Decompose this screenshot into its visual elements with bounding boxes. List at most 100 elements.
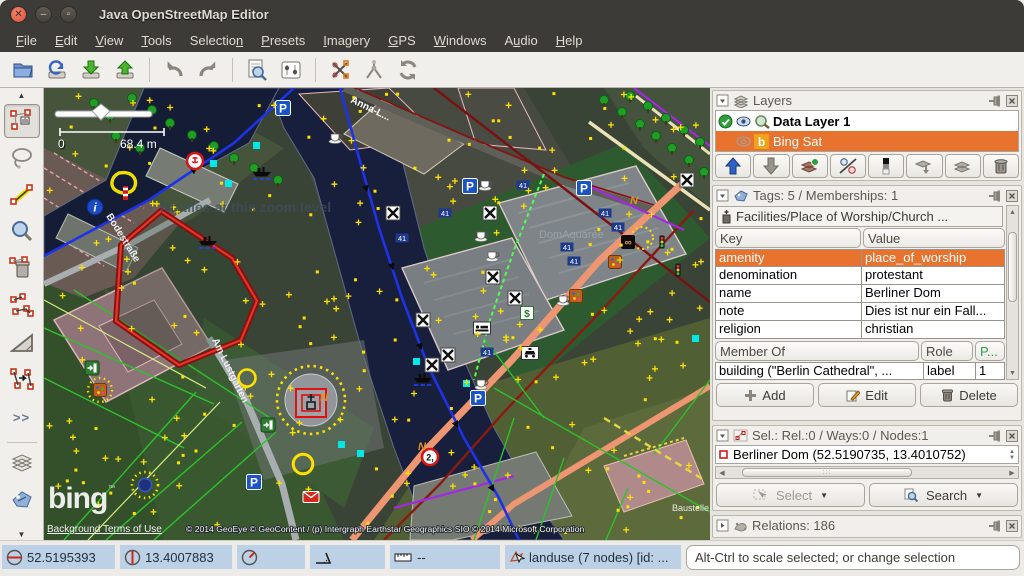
download-data-along-button[interactable]: [40, 55, 74, 85]
undo-button[interactable]: [157, 55, 191, 85]
selection-horizontal-scrollbar[interactable]: ◀ ::: ▶: [715, 466, 1019, 479]
tag-row-religion[interactable]: religionchristian: [715, 321, 1005, 339]
combine-way-button[interactable]: [357, 55, 391, 85]
menu-tools[interactable]: Tools: [133, 30, 179, 51]
menu-file[interactable]: File: [8, 30, 45, 51]
pin-icon[interactable]: [988, 520, 1002, 532]
longitude-field: 13.4007883: [120, 545, 232, 569]
show-hide-layer-button[interactable]: [830, 154, 866, 178]
selected-object-row[interactable]: Berliner Dom (52.5190735, 13.4010752) ▲▼: [715, 445, 1019, 464]
menu-imagery[interactable]: Imagery: [315, 30, 378, 51]
key-column-header[interactable]: Key: [715, 228, 861, 248]
sidebar-collapse-down[interactable]: ▼: [4, 528, 40, 540]
layers-dialog-button[interactable]: [4, 446, 40, 480]
select-button[interactable]: Select ▼: [716, 483, 865, 507]
more-tools-button[interactable]: >>: [4, 400, 40, 434]
scroll-down-arrow[interactable]: ▼: [1007, 367, 1018, 379]
expand-icon[interactable]: [716, 519, 729, 532]
visible-eye-icon[interactable]: [736, 116, 751, 127]
draw-nodes-tool-button[interactable]: [4, 178, 40, 212]
extrude-tool-button[interactable]: [4, 326, 40, 360]
role-column-header[interactable]: Role: [921, 341, 973, 361]
tags-dialog-button[interactable]: [4, 483, 40, 517]
lasso-tool-button[interactable]: [4, 141, 40, 175]
menu-audio[interactable]: Audio: [496, 30, 545, 51]
minimize-button[interactable]: –: [35, 6, 52, 23]
position-value: 1: [976, 363, 1004, 379]
tag-row-note[interactable]: noteDies ist nur ein Fall...: [715, 303, 1005, 321]
delete-tag-button[interactable]: Delete: [920, 383, 1018, 407]
close-panel-icon[interactable]: [1006, 95, 1018, 107]
faded-eye-icon[interactable]: [736, 136, 751, 147]
scroll-up-arrow[interactable]: ▲: [1007, 206, 1018, 218]
menu-view[interactable]: View: [87, 30, 131, 51]
plus-icon: [744, 389, 757, 402]
scrollbar-thumb[interactable]: [1008, 232, 1017, 302]
menu-windows[interactable]: Windows: [426, 30, 495, 51]
tag-row-name[interactable]: nameBerliner Dom: [715, 285, 1005, 303]
add-tag-button[interactable]: Add: [716, 383, 814, 407]
search-button[interactable]: Search ▼: [869, 483, 1018, 507]
sidebar-collapse-up[interactable]: ▲: [4, 89, 40, 101]
collapse-icon[interactable]: [716, 429, 729, 442]
download-data-button[interactable]: [74, 55, 108, 85]
no-tiles-message: No tiles at this zoom level: [160, 199, 331, 215]
terms-of-use-link[interactable]: Background Terms of Use: [47, 524, 162, 535]
menu-help[interactable]: Help: [548, 30, 591, 51]
activate-layer-button[interactable]: [792, 154, 828, 178]
tags-vertical-scrollbar[interactable]: ▲ ▼: [1006, 205, 1019, 380]
delete-layer-button[interactable]: [983, 154, 1019, 178]
duplicate-layer-button[interactable]: [945, 154, 981, 178]
menu-gps[interactable]: GPS: [380, 30, 423, 51]
membership-row[interactable]: building ("Berlin Cathedral", ...label1: [715, 362, 1005, 380]
map-view[interactable]: P 41 $ ∞ i 2,: [44, 88, 710, 540]
scroll-left-arrow[interactable]: ◀: [716, 469, 728, 477]
unglue-tool-button[interactable]: [4, 289, 40, 323]
preferences-button[interactable]: [274, 55, 308, 85]
svg-text:b: b: [758, 135, 765, 149]
tag-row-amenity[interactable]: amenityplace_of_worship: [715, 249, 1005, 267]
select-move-tool-button[interactable]: [4, 104, 40, 138]
upload-data-button[interactable]: [108, 55, 142, 85]
zoom-to-selection-button[interactable]: [240, 55, 274, 85]
pin-icon[interactable]: [988, 430, 1002, 442]
close-panel-icon[interactable]: [1006, 520, 1018, 532]
tag-row-denomination[interactable]: denominationprotestant: [715, 267, 1005, 285]
collapse-icon[interactable]: [716, 189, 729, 202]
delete-tool-button[interactable]: [4, 252, 40, 286]
merge-layer-down-button[interactable]: [906, 154, 942, 178]
refresh-button[interactable]: [391, 55, 425, 85]
value-column-header[interactable]: Value: [863, 228, 1005, 248]
close-panel-icon[interactable]: [1006, 430, 1018, 442]
zoom-tool-button[interactable]: [4, 215, 40, 249]
title-bar: ✕ – ▫ Java OpenStreetMap Editor: [0, 0, 1024, 28]
position-column-header[interactable]: P...: [975, 341, 1005, 361]
parallel-way-tool-button[interactable]: [4, 363, 40, 397]
layer-row-data-layer-1[interactable]: Data Layer 1: [716, 111, 1018, 131]
edit-tag-button[interactable]: Edit: [818, 383, 916, 407]
spinner-buttons[interactable]: ▲▼: [1009, 449, 1015, 461]
member-of-column-header[interactable]: Member Of: [715, 341, 919, 361]
tag-value: protestant: [862, 267, 1004, 284]
collapse-icon[interactable]: [716, 94, 729, 107]
close-button[interactable]: ✕: [10, 6, 27, 23]
tag-key: denomination: [716, 267, 862, 284]
scrollbar-thumb[interactable]: :::: [742, 468, 912, 477]
maximize-button[interactable]: ▫: [60, 6, 77, 23]
layer-row-bing-sat[interactable]: bBing Sat: [716, 131, 1018, 151]
pin-icon[interactable]: [988, 190, 1002, 202]
pin-icon[interactable]: [988, 95, 1002, 107]
move-layer-down-button[interactable]: [753, 154, 789, 178]
map-canvas[interactable]: P 41 $ ∞ i 2,: [44, 88, 710, 540]
menu-presets[interactable]: Presets: [253, 30, 313, 51]
menu-selection[interactable]: Selection: [182, 30, 251, 51]
open-file-button[interactable]: [6, 55, 40, 85]
layer-opacity-button[interactable]: [868, 154, 904, 178]
move-layer-up-button[interactable]: [715, 154, 751, 178]
menu-edit[interactable]: Edit: [47, 30, 85, 51]
split-way-button[interactable]: [323, 55, 357, 85]
redo-button[interactable]: [191, 55, 225, 85]
close-panel-icon[interactable]: [1006, 190, 1018, 202]
preset-row[interactable]: Facilities/Place of Worship/Church ...: [717, 206, 1003, 227]
scroll-right-arrow[interactable]: ▶: [1006, 469, 1018, 477]
